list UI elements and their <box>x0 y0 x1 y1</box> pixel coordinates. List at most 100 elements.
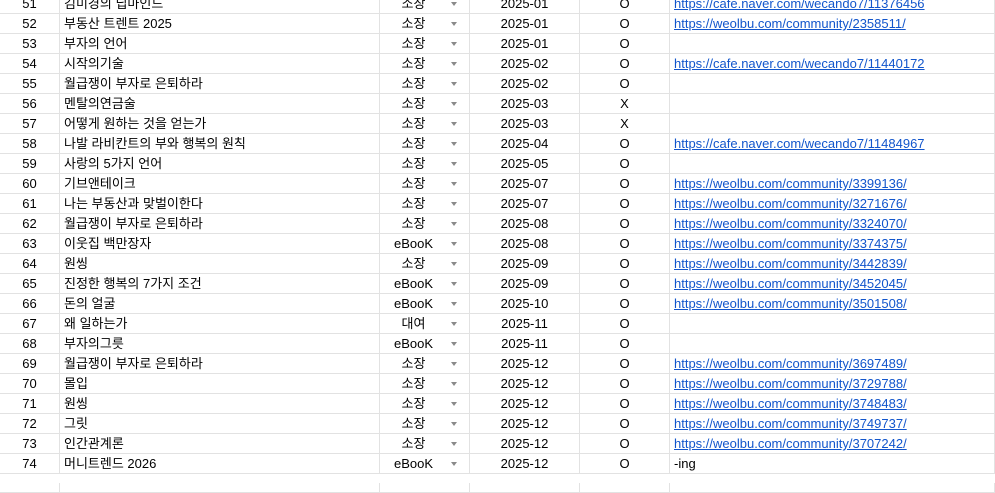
book-title-cell[interactable]: 왜 일하는가 <box>60 314 380 334</box>
book-title-cell[interactable]: 시작의기술 <box>60 54 380 74</box>
link-cell[interactable]: https://weolbu.com/community/3442839/ <box>670 254 995 274</box>
row-number-cell[interactable]: 74 <box>0 454 60 474</box>
status-cell[interactable]: O <box>580 214 670 234</box>
status-cell[interactable]: O <box>580 54 670 74</box>
date-cell[interactable]: 2025-05 <box>470 154 580 174</box>
dropdown-arrow-icon[interactable] <box>451 162 457 166</box>
dropdown-arrow-icon[interactable] <box>451 362 457 366</box>
row-number-cell[interactable]: 51 <box>0 0 60 14</box>
status-cell[interactable]: O <box>580 74 670 94</box>
book-title-cell[interactable]: 돈의 얼굴 <box>60 294 380 314</box>
link-cell[interactable]: https://cafe.naver.com/wecando7/11376456 <box>670 0 995 14</box>
dropdown-arrow-icon[interactable] <box>451 22 457 26</box>
dropdown-arrow-icon[interactable] <box>451 82 457 86</box>
dropdown-arrow-icon[interactable] <box>451 342 457 346</box>
status-cell[interactable]: O <box>580 194 670 214</box>
dropdown-arrow-icon[interactable] <box>451 442 457 446</box>
type-dropdown-cell[interactable]: 소장 <box>380 134 470 154</box>
empty-cell[interactable] <box>580 483 670 493</box>
row-number-cell[interactable]: 54 <box>0 54 60 74</box>
status-cell[interactable]: O <box>580 14 670 34</box>
empty-cell[interactable] <box>670 483 995 493</box>
date-cell[interactable]: 2025-02 <box>470 54 580 74</box>
review-link[interactable]: https://weolbu.com/community/3749737/ <box>674 416 907 431</box>
status-cell[interactable]: O <box>580 254 670 274</box>
type-dropdown-cell[interactable]: eBooK <box>380 454 470 474</box>
link-cell[interactable]: https://weolbu.com/community/3452045/ <box>670 274 995 294</box>
date-cell[interactable]: 2025-08 <box>470 234 580 254</box>
status-cell[interactable]: O <box>580 414 670 434</box>
dropdown-arrow-icon[interactable] <box>451 42 457 46</box>
type-dropdown-cell[interactable]: 소장 <box>380 374 470 394</box>
type-dropdown-cell[interactable]: 소장 <box>380 174 470 194</box>
date-cell[interactable]: 2025-03 <box>470 114 580 134</box>
row-number-cell[interactable]: 68 <box>0 334 60 354</box>
row-number-cell[interactable]: 56 <box>0 94 60 114</box>
link-cell[interactable]: https://weolbu.com/community/3374375/ <box>670 234 995 254</box>
status-cell[interactable]: O <box>580 154 670 174</box>
status-cell[interactable]: O <box>580 314 670 334</box>
review-link[interactable]: https://weolbu.com/community/3442839/ <box>674 256 907 271</box>
link-cell[interactable]: https://weolbu.com/community/3729788/ <box>670 374 995 394</box>
book-title-cell[interactable]: 몰입 <box>60 374 380 394</box>
row-number-cell[interactable]: 61 <box>0 194 60 214</box>
empty-cell[interactable] <box>60 483 380 493</box>
row-number-cell[interactable]: 66 <box>0 294 60 314</box>
type-dropdown-cell[interactable]: 소장 <box>380 154 470 174</box>
review-link[interactable]: https://weolbu.com/community/3324070/ <box>674 216 907 231</box>
row-number-cell[interactable]: 52 <box>0 14 60 34</box>
link-cell[interactable] <box>670 154 995 174</box>
review-link[interactable]: https://weolbu.com/community/3452045/ <box>674 276 907 291</box>
review-link[interactable]: https://weolbu.com/community/3271676/ <box>674 196 907 211</box>
type-dropdown-cell[interactable]: 소장 <box>380 394 470 414</box>
book-title-cell[interactable]: 어떻게 원하는 것을 얻는가 <box>60 114 380 134</box>
link-cell[interactable]: https://weolbu.com/community/3324070/ <box>670 214 995 234</box>
empty-cell[interactable] <box>0 483 60 493</box>
row-number-cell[interactable]: 59 <box>0 154 60 174</box>
empty-cell[interactable] <box>380 483 470 493</box>
type-dropdown-cell[interactable]: eBooK <box>380 274 470 294</box>
dropdown-arrow-icon[interactable] <box>451 242 457 246</box>
row-number-cell[interactable]: 60 <box>0 174 60 194</box>
book-title-cell[interactable]: 나는 부동산과 맞벌이한다 <box>60 194 380 214</box>
review-link[interactable]: https://weolbu.com/community/3697489/ <box>674 356 907 371</box>
status-cell[interactable]: O <box>580 374 670 394</box>
row-number-cell[interactable]: 63 <box>0 234 60 254</box>
row-number-cell[interactable]: 58 <box>0 134 60 154</box>
book-title-cell[interactable]: 월급쟁이 부자로 은퇴하라 <box>60 214 380 234</box>
date-cell[interactable]: 2025-12 <box>470 374 580 394</box>
dropdown-arrow-icon[interactable] <box>451 302 457 306</box>
row-number-cell[interactable]: 62 <box>0 214 60 234</box>
date-cell[interactable]: 2025-04 <box>470 134 580 154</box>
book-title-cell[interactable]: 부동산 트렌트 2025 <box>60 14 380 34</box>
dropdown-arrow-icon[interactable] <box>451 462 457 466</box>
type-dropdown-cell[interactable]: 소장 <box>380 194 470 214</box>
type-dropdown-cell[interactable]: 소장 <box>380 214 470 234</box>
row-number-cell[interactable]: 69 <box>0 354 60 374</box>
link-cell[interactable] <box>670 334 995 354</box>
type-dropdown-cell[interactable]: 소장 <box>380 354 470 374</box>
status-cell[interactable]: O <box>580 354 670 374</box>
date-cell[interactable]: 2025-12 <box>470 454 580 474</box>
type-dropdown-cell[interactable]: eBooK <box>380 294 470 314</box>
book-title-cell[interactable]: 사랑의 5가지 언어 <box>60 154 380 174</box>
type-dropdown-cell[interactable]: 소장 <box>380 434 470 454</box>
book-title-cell[interactable]: 부자의 언어 <box>60 34 380 54</box>
status-cell[interactable]: O <box>580 434 670 454</box>
type-dropdown-cell[interactable]: eBooK <box>380 234 470 254</box>
date-cell[interactable]: 2025-02 <box>470 74 580 94</box>
status-cell[interactable]: X <box>580 94 670 114</box>
book-title-cell[interactable]: 이웃집 백만장자 <box>60 234 380 254</box>
link-cell[interactable]: https://weolbu.com/community/3271676/ <box>670 194 995 214</box>
book-title-cell[interactable]: 그릿 <box>60 414 380 434</box>
date-cell[interactable]: 2025-12 <box>470 434 580 454</box>
book-title-cell[interactable]: 김미경의 딥마인드 <box>60 0 380 14</box>
date-cell[interactable]: 2025-11 <box>470 334 580 354</box>
review-link[interactable]: https://weolbu.com/community/3748483/ <box>674 396 907 411</box>
dropdown-arrow-icon[interactable] <box>451 382 457 386</box>
row-number-cell[interactable]: 70 <box>0 374 60 394</box>
date-cell[interactable]: 2025-01 <box>470 34 580 54</box>
status-cell[interactable]: O <box>580 134 670 154</box>
row-number-cell[interactable]: 71 <box>0 394 60 414</box>
empty-cell[interactable] <box>470 483 580 493</box>
